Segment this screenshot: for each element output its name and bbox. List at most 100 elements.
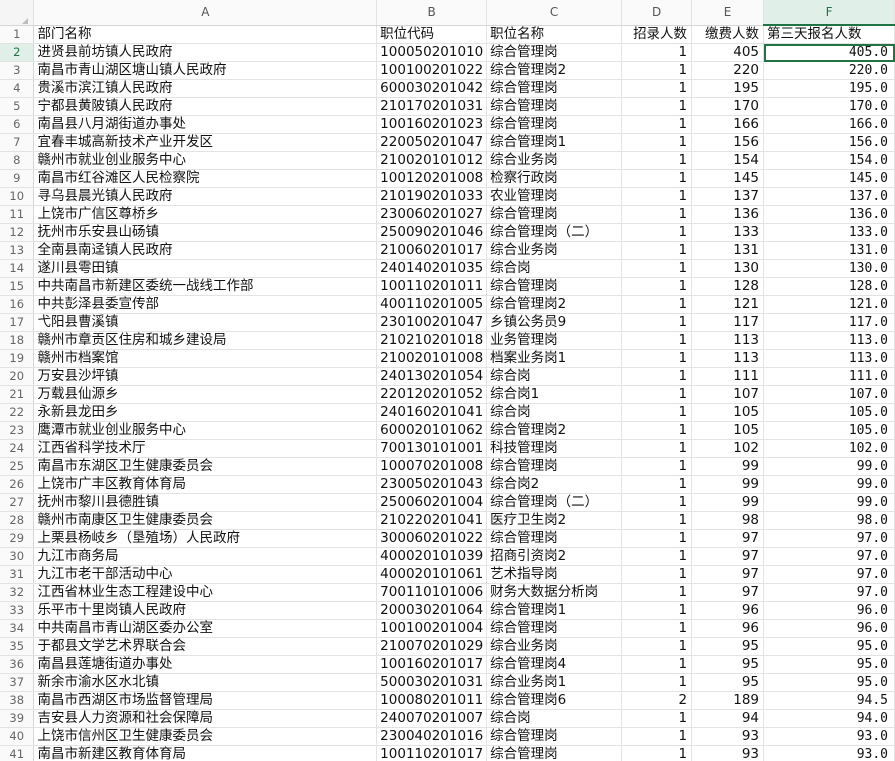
cell-day3-applicants[interactable]: 93.0 <box>763 727 895 746</box>
row-header[interactable]: 1 <box>0 25 35 44</box>
row-header[interactable]: 24 <box>0 439 35 458</box>
cell-paid-count[interactable]: 137 <box>691 187 765 206</box>
cell-department[interactable]: 部门名称 <box>33 25 378 44</box>
cell-hire-count[interactable]: 1 <box>621 673 693 692</box>
cell-department[interactable]: 万载县仙源乡 <box>33 385 378 404</box>
cell-position-name[interactable]: 综合管理岗4 <box>486 655 623 674</box>
cell-position-code[interactable]: 210170201031 <box>376 97 488 116</box>
cell-day3-applicants[interactable]: 98.0 <box>763 511 895 530</box>
cell-hire-count[interactable]: 1 <box>621 529 693 548</box>
row-header[interactable]: 14 <box>0 259 35 278</box>
row-header[interactable]: 6 <box>0 115 35 134</box>
cell-department[interactable]: 南昌市新建区教育体育局 <box>33 745 378 761</box>
row-header[interactable]: 31 <box>0 565 35 584</box>
cell-paid-count[interactable]: 105 <box>691 403 765 422</box>
cell-department[interactable]: 宁都县黄陂镇人民政府 <box>33 97 378 116</box>
cell-position-code[interactable]: 500030201031 <box>376 673 488 692</box>
cell-department[interactable]: 江西省科学技术厅 <box>33 439 378 458</box>
cell-day3-applicants[interactable]: 166.0 <box>763 115 895 134</box>
cell-paid-count[interactable]: 154 <box>691 151 765 170</box>
column-header-e[interactable]: E <box>691 0 765 26</box>
cell-paid-count[interactable]: 170 <box>691 97 765 116</box>
cell-paid-count[interactable]: 96 <box>691 601 765 620</box>
cell-hire-count[interactable]: 1 <box>621 61 693 80</box>
cell-hire-count[interactable]: 1 <box>621 313 693 332</box>
cell-department[interactable]: 上栗县杨岐乡（垦殖场）人民政府 <box>33 529 378 548</box>
row-header[interactable]: 33 <box>0 601 35 620</box>
cell-day3-applicants[interactable]: 113.0 <box>763 349 895 368</box>
cell-day3-applicants[interactable]: 97.0 <box>763 529 895 548</box>
cell-department[interactable]: 中共南昌市青山湖区委办公室 <box>33 619 378 638</box>
cell-department[interactable]: 中共彭泽县委宣传部 <box>33 295 378 314</box>
cell-paid-count[interactable]: 96 <box>691 619 765 638</box>
cell-position-code[interactable]: 400020101039 <box>376 547 488 566</box>
row-header[interactable]: 13 <box>0 241 35 260</box>
column-header-d[interactable]: D <box>621 0 693 26</box>
cell-position-name[interactable]: 综合管理岗 <box>486 457 623 476</box>
cell-hire-count[interactable]: 1 <box>621 457 693 476</box>
row-header[interactable]: 39 <box>0 709 35 728</box>
cell-position-name[interactable]: 综合岗2 <box>486 475 623 494</box>
cell-hire-count[interactable]: 1 <box>621 115 693 134</box>
cell-position-code[interactable]: 100160201023 <box>376 115 488 134</box>
cell-position-name[interactable]: 综合管理岗6 <box>486 691 623 710</box>
cell-department[interactable]: 宜春丰城高新技术产业开发区 <box>33 133 378 152</box>
cell-day3-applicants[interactable]: 97.0 <box>763 583 895 602</box>
select-all-corner[interactable] <box>0 0 35 26</box>
cell-day3-applicants[interactable]: 156.0 <box>763 133 895 152</box>
cell-position-name[interactable]: 职位名称 <box>486 25 623 44</box>
cell-position-name[interactable]: 综合管理岗 <box>486 277 623 296</box>
cell-position-name[interactable]: 综合岗 <box>486 709 623 728</box>
cell-hire-count[interactable]: 1 <box>621 349 693 368</box>
cell-day3-applicants[interactable]: 94.0 <box>763 709 895 728</box>
cell-position-name[interactable]: 综合业务岗 <box>486 241 623 260</box>
cell-hire-count[interactable]: 1 <box>621 205 693 224</box>
cell-department[interactable]: 中共南昌市新建区委统一战线工作部 <box>33 277 378 296</box>
cell-position-code[interactable]: 250060201004 <box>376 493 488 512</box>
cell-position-name[interactable]: 综合管理岗2 <box>486 421 623 440</box>
cell-position-name[interactable]: 档案业务岗1 <box>486 349 623 368</box>
cell-paid-count[interactable]: 136 <box>691 205 765 224</box>
row-header[interactable]: 23 <box>0 421 35 440</box>
cell-hire-count[interactable]: 1 <box>621 385 693 404</box>
cell-position-code[interactable]: 210020101012 <box>376 151 488 170</box>
cell-day3-applicants[interactable]: 117.0 <box>763 313 895 332</box>
cell-hire-count[interactable]: 1 <box>621 169 693 188</box>
cell-paid-count[interactable]: 133 <box>691 223 765 242</box>
cell-position-code[interactable]: 100080201011 <box>376 691 488 710</box>
cell-paid-count[interactable]: 102 <box>691 439 765 458</box>
row-header[interactable]: 8 <box>0 151 35 170</box>
cell-day3-applicants[interactable]: 93.0 <box>763 745 895 761</box>
cell-position-name[interactable]: 综合管理岗 <box>486 97 623 116</box>
spreadsheet-grid[interactable]: A B C D E F 1 部门名称 职位代码 职位名称 招录人数 缴费人数 第三天报名人数… <box>0 0 895 761</box>
cell-hire-count[interactable]: 1 <box>621 583 693 602</box>
cell-department[interactable]: 九江市商务局 <box>33 547 378 566</box>
cell-position-code[interactable]: 210060201017 <box>376 241 488 260</box>
cell-department[interactable]: 上饶市广丰区教育体育局 <box>33 475 378 494</box>
cell-hire-count[interactable]: 1 <box>621 619 693 638</box>
cell-department[interactable]: 贵溪市滨江镇人民政府 <box>33 79 378 98</box>
row-header[interactable]: 32 <box>0 583 35 602</box>
cell-position-name[interactable]: 农业管理岗 <box>486 187 623 206</box>
row-header[interactable]: 5 <box>0 97 35 116</box>
cell-hire-count[interactable]: 1 <box>621 403 693 422</box>
cell-day3-applicants[interactable]: 130.0 <box>763 259 895 278</box>
cell-position-name[interactable]: 综合管理岗 <box>486 79 623 98</box>
cell-paid-count[interactable]: 111 <box>691 367 765 386</box>
cell-position-code[interactable]: 250090201046 <box>376 223 488 242</box>
cell-paid-count[interactable]: 113 <box>691 331 765 350</box>
cell-day3-applicants[interactable]: 99.0 <box>763 457 895 476</box>
cell-day3-applicants[interactable]: 113.0 <box>763 331 895 350</box>
cell-paid-count[interactable]: 105 <box>691 421 765 440</box>
row-header[interactable]: 37 <box>0 673 35 692</box>
cell-department[interactable]: 弋阳县曹溪镇 <box>33 313 378 332</box>
cell-position-code[interactable]: 210070201029 <box>376 637 488 656</box>
cell-paid-count[interactable]: 99 <box>691 493 765 512</box>
cell-position-code[interactable]: 240140201035 <box>376 259 488 278</box>
cell-hire-count[interactable]: 1 <box>621 637 693 656</box>
cell-paid-count[interactable]: 145 <box>691 169 765 188</box>
cell-day3-applicants[interactable]: 111.0 <box>763 367 895 386</box>
cell-paid-count[interactable]: 99 <box>691 475 765 494</box>
cell-position-code[interactable]: 200030201064 <box>376 601 488 620</box>
cell-hire-count[interactable]: 招录人数 <box>621 25 693 44</box>
